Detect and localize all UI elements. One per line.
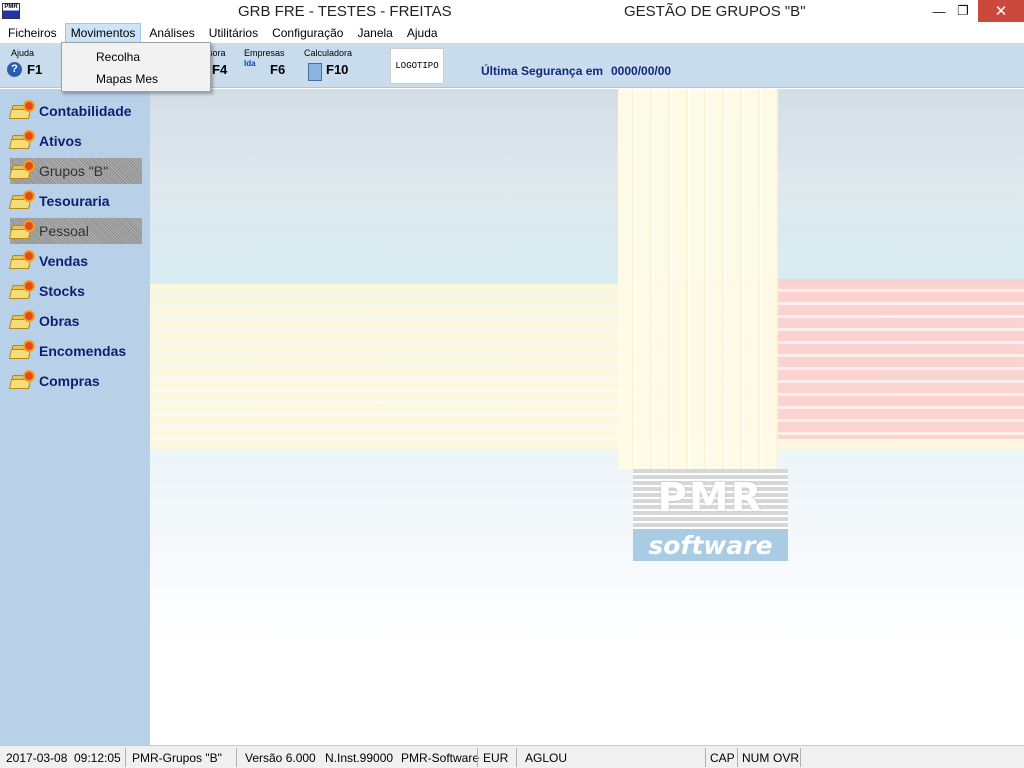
sidebar-item-tesouraria[interactable]: Tesouraria xyxy=(8,188,142,214)
menu-ficheiros[interactable]: Ficheiros xyxy=(2,23,63,43)
sidebar-item-vendas[interactable]: Vendas xyxy=(8,248,142,274)
sidebar-item-label: Tesouraria xyxy=(39,193,110,209)
folder-icon xyxy=(8,102,34,120)
sidebar-item-encomendas[interactable]: Encomendas xyxy=(8,338,142,364)
main-workspace: PMR software xyxy=(150,89,1024,745)
status-user: AGLOU xyxy=(525,751,568,765)
background-vertical-stripes xyxy=(618,89,778,469)
help-tool[interactable]: Ajuda ? F1 xyxy=(7,48,51,84)
pmr-logo-text: PMR xyxy=(657,475,764,521)
calculator-tool[interactable]: Calculadora F10 xyxy=(304,48,356,84)
menu-janela[interactable]: Janela xyxy=(351,23,398,43)
close-button[interactable]: ✕ xyxy=(978,0,1024,22)
last-backup-label: Última Segurança em xyxy=(481,64,604,78)
restore-button[interactable]: ❐ xyxy=(946,0,980,22)
menu-ajuda[interactable]: Ajuda xyxy=(401,23,444,43)
menu-bar: Ficheiros Movimentos Análises Utilitário… xyxy=(0,22,1024,43)
pmr-software-logo: PMR software xyxy=(633,469,788,561)
f4-tool[interactable]: sora F4 xyxy=(208,48,234,84)
folder-icon xyxy=(8,342,34,360)
movimentos-dropdown: Recolha Mapas Mes xyxy=(61,42,211,92)
module-sidebar: Contabilidade Ativos Grupos "B" Tesourar… xyxy=(0,89,150,745)
sidebar-item-obras[interactable]: Obras xyxy=(8,308,142,334)
calculator-tool-label: Calculadora xyxy=(304,48,353,58)
folder-icon xyxy=(8,222,34,240)
module-title: GESTÃO DE GRUPOS "B" xyxy=(624,3,806,20)
status-module: PMR-Grupos "B" xyxy=(132,751,222,765)
folder-icon xyxy=(8,192,34,210)
app-icon[interactable]: PMR xyxy=(2,3,20,19)
menu-configuracao[interactable]: Configuração xyxy=(266,23,349,43)
status-ovr: OVR xyxy=(773,751,800,765)
minimize-icon: — xyxy=(932,3,946,19)
status-num: NUM xyxy=(742,751,770,765)
status-version: Versão 6.000 xyxy=(245,751,316,765)
status-vendor: PMR-Software xyxy=(401,751,480,765)
sidebar-item-label: Vendas xyxy=(39,253,89,269)
status-time: 09:12:05 xyxy=(74,751,121,765)
folder-icon xyxy=(8,162,34,180)
window-title: GRB FRE - TESTES - FREITAS xyxy=(238,3,452,20)
calculator-key: F10 xyxy=(326,62,349,77)
help-key: F1 xyxy=(27,62,43,77)
companies-icon: Ida xyxy=(244,59,256,68)
restore-icon: ❐ xyxy=(957,3,969,18)
companies-tool[interactable]: Empresas Ida F6 xyxy=(244,48,292,84)
status-install: N.Inst.99000 xyxy=(325,751,394,765)
company-logo: LOGOTIPO xyxy=(390,48,444,84)
folder-icon xyxy=(8,372,34,390)
f4-tool-label: sora xyxy=(208,48,226,58)
sidebar-item-pessoal: Pessoal xyxy=(8,218,142,244)
sidebar-item-label: Pessoal xyxy=(39,223,89,239)
sidebar-item-label: Compras xyxy=(39,373,100,389)
companies-tool-label: Empresas xyxy=(244,48,285,58)
help-tool-label: Ajuda xyxy=(11,48,35,58)
sidebar-item-label: Obras xyxy=(39,313,80,329)
menu-analises[interactable]: Análises xyxy=(143,23,200,43)
sidebar-item-grupos-b: Grupos "B" xyxy=(8,158,142,184)
sidebar-item-ativos[interactable]: Ativos xyxy=(8,128,142,154)
sidebar-item-stocks[interactable]: Stocks xyxy=(8,278,142,304)
title-bar: PMR GRB FRE - TESTES - FREITAS GESTÃO DE… xyxy=(0,0,1024,22)
sidebar-item-label: Ativos xyxy=(39,133,82,149)
menu-item-mapas-mes[interactable]: Mapas Mes xyxy=(96,72,158,86)
menu-utilitarios[interactable]: Utilitários xyxy=(203,23,264,43)
calculator-icon xyxy=(308,63,322,81)
sidebar-item-label: Encomendas xyxy=(39,343,127,359)
folder-icon xyxy=(8,252,34,270)
status-date: 2017-03-08 xyxy=(6,751,68,765)
folder-icon xyxy=(8,282,34,300)
last-backup-date: 0000/00/00 xyxy=(611,64,672,78)
folder-icon xyxy=(8,312,34,330)
menu-movimentos[interactable]: Movimentos xyxy=(64,22,142,43)
status-currency: EUR xyxy=(483,751,509,765)
companies-key: F6 xyxy=(270,62,286,77)
f4-key: F4 xyxy=(212,62,228,77)
help-icon: ? xyxy=(7,62,22,77)
sidebar-item-compras[interactable]: Compras xyxy=(8,368,142,394)
menu-item-recolha[interactable]: Recolha xyxy=(96,50,140,64)
status-bar: 2017-03-08 09:12:05 PMR-Grupos "B" Versã… xyxy=(0,745,1024,768)
software-logo-text: software xyxy=(648,531,773,560)
close-icon: ✕ xyxy=(994,3,1008,20)
status-cap: CAP xyxy=(710,751,735,765)
folder-icon xyxy=(8,132,34,150)
sidebar-item-label: Contabilidade xyxy=(39,103,132,119)
sidebar-item-label: Grupos "B" xyxy=(39,163,109,179)
sidebar-item-label: Stocks xyxy=(39,283,85,299)
sidebar-item-contabilidade[interactable]: Contabilidade xyxy=(8,98,142,124)
